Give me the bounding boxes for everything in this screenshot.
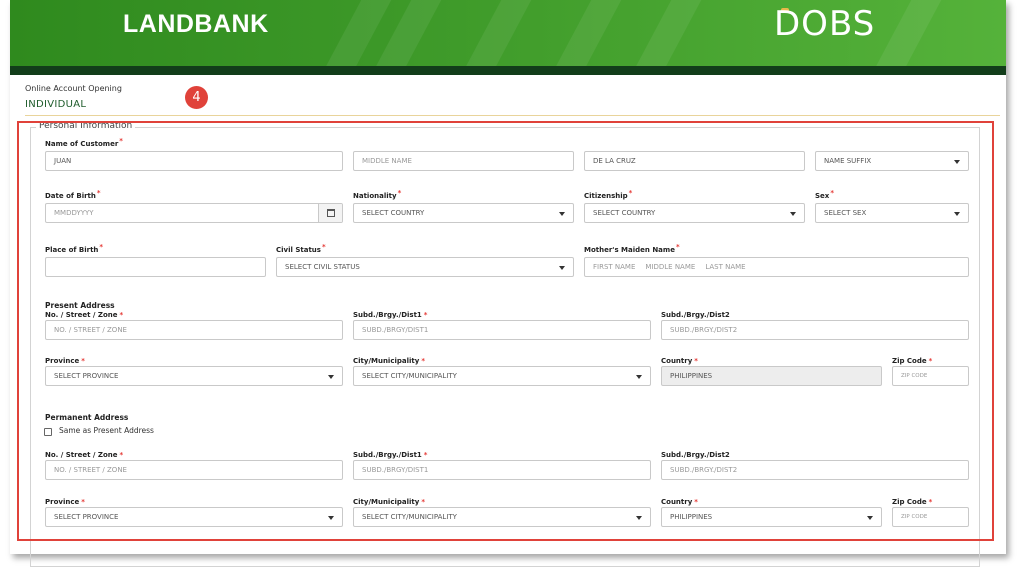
landbank-logo: LANDBANK xyxy=(123,10,269,38)
page-title: INDIVIDUAL xyxy=(25,99,87,110)
chevron-down-icon xyxy=(328,516,334,520)
middle-name-input[interactable]: MIDDLE NAME xyxy=(353,151,574,171)
present-province-label: Province * xyxy=(45,357,85,365)
first-name-input[interactable]: JUAN xyxy=(45,151,343,171)
present-province-select[interactable]: SELECT PROVINCE xyxy=(45,366,343,386)
sex-select[interactable]: SELECT SEX xyxy=(815,203,969,223)
chevron-down-icon xyxy=(636,516,642,520)
last-name-input[interactable]: DE LA CRUZ xyxy=(584,151,805,171)
permanent-address-title: Permanent Address xyxy=(45,413,129,422)
present-subd2-input[interactable]: SUBD./BRGY./DIST2 xyxy=(661,320,969,340)
chevron-down-icon xyxy=(559,266,565,270)
same-as-present-checkbox[interactable] xyxy=(44,428,52,436)
permanent-country-select[interactable]: PHILIPPINES xyxy=(661,507,882,527)
permanent-street-label: No. / Street / Zone * xyxy=(45,451,124,459)
civil-status-label: Civil Status* xyxy=(276,243,326,254)
calendar-button[interactable] xyxy=(318,204,342,222)
permanent-street-input[interactable]: NO. / STREET / ZONE xyxy=(45,460,343,480)
nationality-select[interactable]: SELECT COUNTRY xyxy=(353,203,574,223)
present-country-label: Country * xyxy=(661,357,698,365)
header-banner: LANDBANK DOBS xyxy=(10,0,1006,66)
present-address-title: Present Address xyxy=(45,301,115,310)
present-street-label: No. / Street / Zone * xyxy=(45,311,124,319)
pob-label: Place of Birth* xyxy=(45,243,104,254)
chevron-down-icon xyxy=(328,375,334,379)
permanent-zip-input[interactable]: ZIP CODE xyxy=(892,507,969,527)
permanent-subd2-label: Subd./Brgy./Dist2 xyxy=(661,451,730,459)
present-street-input[interactable]: NO. / STREET / ZONE xyxy=(45,320,343,340)
permanent-city-label: City/Municipality * xyxy=(353,498,425,506)
mother-maiden-name-input[interactable]: FIRST NAME MIDDLE NAME LAST NAME xyxy=(584,257,969,277)
chevron-down-icon xyxy=(559,212,565,216)
present-city-label: City/Municipality * xyxy=(353,357,425,365)
permanent-city-select[interactable]: SELECT CITY/MUNICIPALITY xyxy=(353,507,651,527)
citizenship-select[interactable]: SELECT COUNTRY xyxy=(584,203,805,223)
chevron-down-icon xyxy=(636,375,642,379)
title-divider xyxy=(25,115,1000,116)
permanent-province-select[interactable]: SELECT PROVINCE xyxy=(45,507,343,527)
nationality-label: Nationality* xyxy=(353,189,402,200)
present-country-input: PHILIPPINES xyxy=(661,366,882,386)
present-subd2-label: Subd./Brgy./Dist2 xyxy=(661,311,730,319)
permanent-subd1-input[interactable]: SUBD./BRGY/DIST1 xyxy=(353,460,651,480)
same-as-present-label[interactable]: Same as Present Address xyxy=(59,426,154,435)
dob-input[interactable]: MMDDYYYY xyxy=(45,203,343,223)
civil-status-select[interactable]: SELECT CIVIL STATUS xyxy=(276,257,574,277)
chevron-down-icon xyxy=(867,516,873,520)
dobs-logo: DOBS xyxy=(774,4,876,44)
present-zip-input[interactable]: ZIP CODE xyxy=(892,366,969,386)
calendar-icon xyxy=(327,209,335,217)
citizenship-label: Citizenship* xyxy=(584,189,633,200)
present-city-select[interactable]: SELECT CITY/MUNICIPALITY xyxy=(353,366,651,386)
permanent-subd2-input[interactable]: SUBD./BRGY./DIST2 xyxy=(661,460,969,480)
permanent-subd1-label: Subd./Brgy./Dist1 * xyxy=(353,451,428,459)
name-suffix-select[interactable]: NAME SUFFIX xyxy=(815,151,969,171)
present-subd1-input[interactable]: SUBD./BRGY/DIST1 xyxy=(353,320,651,340)
chevron-down-icon xyxy=(954,160,960,164)
place-of-birth-input[interactable] xyxy=(45,257,266,277)
name-label: Name of Customer* xyxy=(45,137,123,148)
breadcrumb: Online Account Opening xyxy=(25,84,122,93)
present-zip-label: Zip Code * xyxy=(892,357,933,365)
mother-maiden-label: Mother's Maiden Name* xyxy=(584,243,680,254)
present-subd1-label: Subd./Brgy./Dist1 * xyxy=(353,311,428,319)
permanent-province-label: Province * xyxy=(45,498,85,506)
permanent-country-label: Country * xyxy=(661,498,698,506)
permanent-zip-label: Zip Code * xyxy=(892,498,933,506)
step-badge: 4 xyxy=(185,86,208,109)
chevron-down-icon xyxy=(790,212,796,216)
sex-label: Sex* xyxy=(815,189,834,200)
header-divider xyxy=(10,66,1006,75)
dob-label: Date of Birth* xyxy=(45,189,101,200)
chevron-down-icon xyxy=(954,212,960,216)
